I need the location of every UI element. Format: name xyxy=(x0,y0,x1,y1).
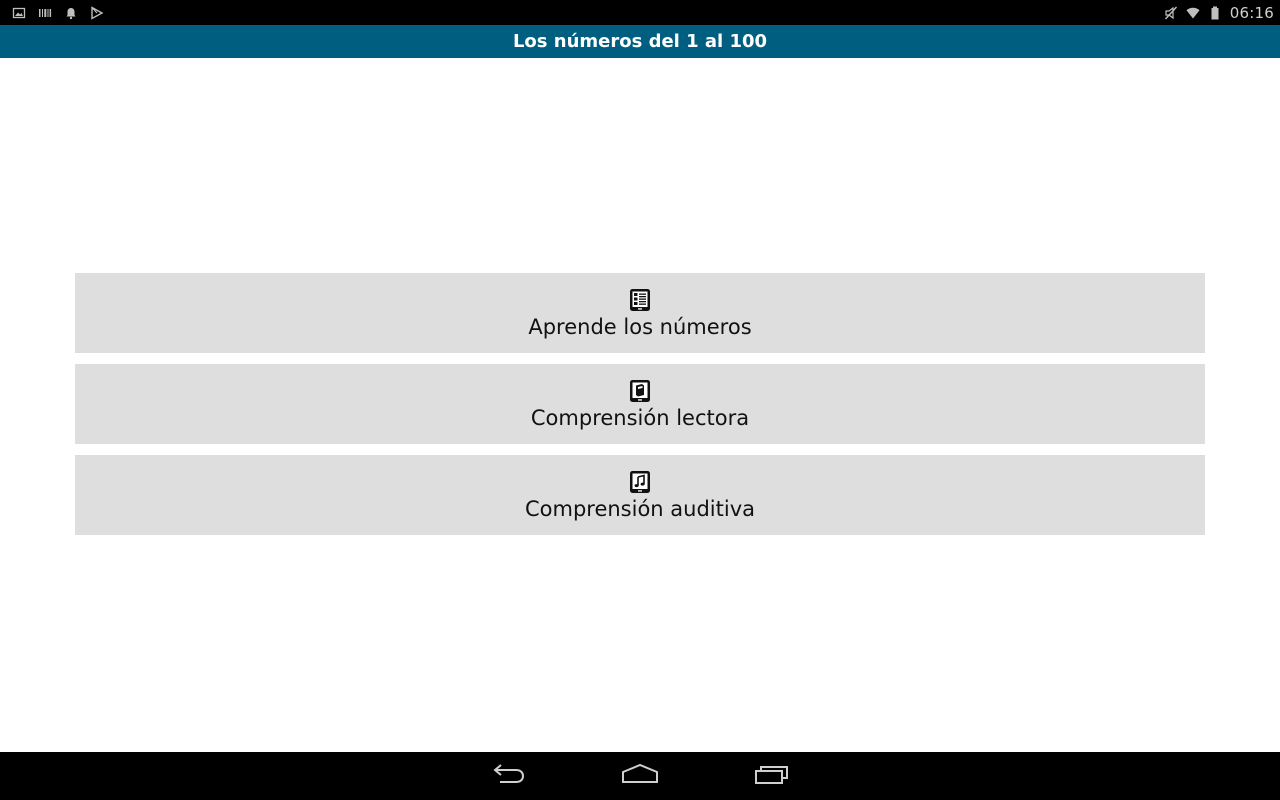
app-screen: 06:16 Los números del 1 al 100 Aprende l… xyxy=(0,0,1280,800)
wifi-icon xyxy=(1186,6,1200,20)
battery-icon xyxy=(1208,6,1222,20)
home-button[interactable] xyxy=(620,761,660,791)
mute-icon xyxy=(1164,6,1178,20)
play-store-icon xyxy=(90,5,104,20)
gallery-icon xyxy=(12,6,26,20)
reading-comprehension-button[interactable]: Comprensión lectora xyxy=(75,364,1205,444)
menu-item-label: Comprensión auditiva xyxy=(524,496,755,521)
tablet-book-icon xyxy=(629,379,651,403)
notification-bell-icon xyxy=(64,6,78,20)
listening-comprehension-button[interactable]: Comprensión auditiva xyxy=(75,455,1205,535)
recent-apps-icon xyxy=(752,762,792,791)
title-bar: Los números del 1 al 100 xyxy=(0,25,1280,58)
status-time: 06:16 xyxy=(1229,3,1274,22)
status-left-icons xyxy=(12,5,104,20)
menu-list: Aprende los números Comprensión lectora xyxy=(75,273,1205,546)
status-bar: 06:16 xyxy=(0,0,1280,25)
recent-apps-button[interactable] xyxy=(752,761,792,791)
status-right-icons: 06:16 xyxy=(1164,4,1274,22)
menu-item-label: Comprensión lectora xyxy=(530,405,750,430)
back-button[interactable] xyxy=(488,761,528,791)
page-title: Los números del 1 al 100 xyxy=(512,31,768,52)
reading-tablet-icon xyxy=(629,288,651,312)
home-icon xyxy=(620,762,660,791)
tablet-music-icon xyxy=(629,470,651,494)
menu-item-label: Aprende los números xyxy=(528,314,752,339)
barcode-icon xyxy=(38,6,52,20)
learn-numbers-button[interactable]: Aprende los números xyxy=(75,273,1205,353)
back-icon xyxy=(488,762,528,791)
navigation-bar xyxy=(0,752,1280,800)
